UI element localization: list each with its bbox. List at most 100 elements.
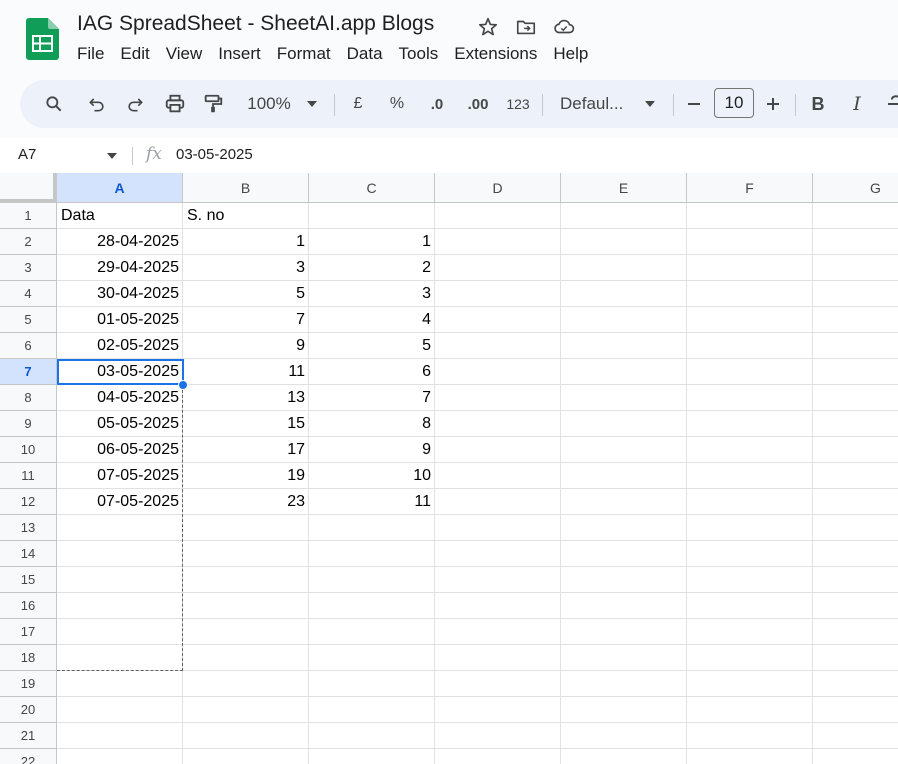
undo-icon[interactable]: [85, 92, 109, 116]
row-header-4[interactable]: 4: [0, 281, 57, 307]
cell-b7[interactable]: 11: [183, 359, 309, 385]
row-header-19[interactable]: 19: [0, 671, 57, 697]
cell-c10[interactable]: 9: [309, 437, 435, 463]
format-percent-button[interactable]: %: [387, 92, 407, 116]
paint-format-icon[interactable]: [201, 92, 225, 116]
row-header-3[interactable]: 3: [0, 255, 57, 281]
row-header-5[interactable]: 5: [0, 307, 57, 333]
cell-c6[interactable]: 5: [309, 333, 435, 359]
document-title[interactable]: IAG SpreadSheet - SheetAI.app Blogs: [77, 12, 434, 36]
cell-b10[interactable]: 17: [183, 437, 309, 463]
cell-a6[interactable]: 02-05-2025: [57, 333, 183, 359]
select-all-corner[interactable]: [0, 173, 57, 203]
row-header-1[interactable]: 1: [0, 203, 57, 229]
row-header-22[interactable]: 22: [0, 749, 57, 764]
menu-view[interactable]: View: [158, 42, 211, 66]
row-header-8[interactable]: 8: [0, 385, 57, 411]
search-menus-icon[interactable]: [42, 92, 66, 116]
active-cell-selection[interactable]: [57, 359, 184, 385]
format-currency-button[interactable]: £: [348, 92, 368, 116]
cell-a3[interactable]: 29-04-2025: [57, 255, 183, 281]
formula-bar: A7 fx 03-05-2025: [0, 138, 898, 173]
row-header-9[interactable]: 9: [0, 411, 57, 437]
menu-data[interactable]: Data: [339, 42, 391, 66]
cell-b9[interactable]: 15: [183, 411, 309, 437]
cell-b3[interactable]: 3: [183, 255, 309, 281]
menu-format[interactable]: Format: [269, 42, 339, 66]
cloud-saved-icon[interactable]: [552, 15, 576, 39]
row-header-13[interactable]: 13: [0, 515, 57, 541]
decrease-decimal-label: .0: [430, 95, 444, 113]
bold-button[interactable]: B: [808, 92, 828, 116]
row-header-12[interactable]: 12: [0, 489, 57, 515]
more-formats-button[interactable]: 123: [504, 92, 532, 116]
cell-c8[interactable]: 7: [309, 385, 435, 411]
row-header-10[interactable]: 10: [0, 437, 57, 463]
cell-a5[interactable]: 01-05-2025: [57, 307, 183, 333]
menu-insert[interactable]: Insert: [210, 42, 269, 66]
increase-font-size-icon[interactable]: [763, 92, 783, 116]
column-header-f[interactable]: F: [687, 173, 813, 203]
column-header-d[interactable]: D: [435, 173, 561, 203]
font-size-input[interactable]: 10: [714, 88, 754, 118]
menu-tools[interactable]: Tools: [391, 42, 447, 66]
cell-b4[interactable]: 5: [183, 281, 309, 307]
row-header-6[interactable]: 6: [0, 333, 57, 359]
cell-c11[interactable]: 10: [309, 463, 435, 489]
font-dropdown-icon[interactable]: [642, 92, 658, 116]
cell-a1[interactable]: Data: [57, 203, 183, 229]
sheets-logo[interactable]: [26, 18, 59, 60]
menu-edit[interactable]: Edit: [112, 42, 157, 66]
cell-c4[interactable]: 3: [309, 281, 435, 307]
italic-button[interactable]: I: [847, 92, 867, 116]
redo-icon[interactable]: [123, 92, 147, 116]
menu-extensions[interactable]: Extensions: [446, 42, 545, 66]
name-box-dropdown-icon[interactable]: [106, 152, 118, 160]
cell-c2[interactable]: 1: [309, 229, 435, 255]
row-header-21[interactable]: 21: [0, 723, 57, 749]
row-header-18[interactable]: 18: [0, 645, 57, 671]
row-header-17[interactable]: 17: [0, 619, 57, 645]
row-header-16[interactable]: 16: [0, 593, 57, 619]
cell-b1[interactable]: S. no: [183, 203, 309, 229]
cell-c5[interactable]: 4: [309, 307, 435, 333]
row-header-7[interactable]: 7: [0, 359, 57, 385]
font-family-select[interactable]: Defaul...: [560, 92, 630, 116]
column-header-e[interactable]: E: [561, 173, 687, 203]
cell-b11[interactable]: 19: [183, 463, 309, 489]
row-header-15[interactable]: 15: [0, 567, 57, 593]
menu-help[interactable]: Help: [545, 42, 596, 66]
cell-c7[interactable]: 6: [309, 359, 435, 385]
star-icon[interactable]: [476, 15, 500, 39]
decrease-decimal-button[interactable]: .0: [424, 92, 450, 116]
fill-handle[interactable]: [178, 380, 188, 390]
cell-b2[interactable]: 1: [183, 229, 309, 255]
cell-b12[interactable]: 23: [183, 489, 309, 515]
row-header-20[interactable]: 20: [0, 697, 57, 723]
cell-b8[interactable]: 13: [183, 385, 309, 411]
cell-c12[interactable]: 11: [309, 489, 435, 515]
row-header-11[interactable]: 11: [0, 463, 57, 489]
name-box[interactable]: A7: [18, 146, 36, 163]
column-header-c[interactable]: C: [309, 173, 435, 203]
menu-file[interactable]: File: [69, 42, 112, 66]
strikethrough-icon[interactable]: [886, 92, 898, 116]
move-folder-icon[interactable]: [514, 15, 538, 39]
column-header-a[interactable]: A: [57, 173, 183, 203]
zoom-select[interactable]: 100%: [241, 92, 297, 116]
cell-c3[interactable]: 2: [309, 255, 435, 281]
formula-input[interactable]: 03-05-2025: [176, 146, 253, 163]
cell-b5[interactable]: 7: [183, 307, 309, 333]
increase-decimal-button[interactable]: .00: [464, 92, 492, 116]
cell-a2[interactable]: 28-04-2025: [57, 229, 183, 255]
column-header-g[interactable]: G: [813, 173, 898, 203]
cell-a4[interactable]: 30-04-2025: [57, 281, 183, 307]
cell-b6[interactable]: 9: [183, 333, 309, 359]
print-icon[interactable]: [163, 92, 187, 116]
row-header-2[interactable]: 2: [0, 229, 57, 255]
zoom-dropdown-icon[interactable]: [304, 92, 320, 116]
decrease-font-size-icon[interactable]: [684, 92, 704, 116]
column-header-b[interactable]: B: [183, 173, 309, 203]
cell-c9[interactable]: 8: [309, 411, 435, 437]
row-header-14[interactable]: 14: [0, 541, 57, 567]
